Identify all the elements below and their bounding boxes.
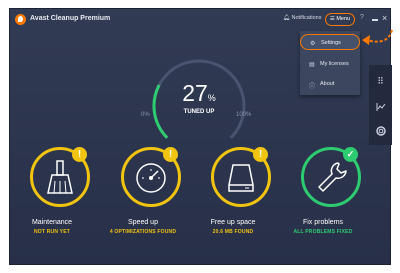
tuned-label: TUNED UP [183,109,215,115]
gauge-min-label: 0% [141,112,150,118]
tuned-value: 27 [182,80,208,106]
grid-icon[interactable]: ⠿ [369,71,392,91]
app-title: Avast Cleanup Premium [30,15,111,22]
menu-item-about[interactable]: ⓘ About [300,76,360,92]
card-status: NOT RUN YET [34,229,70,235]
tuned-percentage: 27% [169,82,229,110]
card-title: Free up space [210,219,256,226]
card-status: 4 OPTIMIZATIONS FOUND [109,229,177,235]
gear-icon: ⚙ [310,41,316,47]
card-status: 20.6 MB FOUND [212,229,254,235]
maintenance-card[interactable]: ! Maintenance NOT RUN YET [9,147,95,247]
warning-badge: ! [163,147,178,162]
menu-item-label: About [320,81,335,87]
warning-badge: ! [253,147,268,162]
hamburger-icon: ☰ [329,16,335,22]
avast-logo-icon [15,14,26,25]
menu-button[interactable]: ☰ Menu [325,13,355,26]
menu-item-label: My licenses [320,61,349,67]
minimize-button[interactable] [372,19,378,21]
menu-dropdown: ⚙ Settings ▤ My licenses ⓘ About [300,31,360,95]
chart-icon[interactable] [369,96,392,116]
fix-problems-card[interactable]: ✓ Fix problems ALL PROBLEMS FIXED [280,147,366,247]
side-nav: ⠿ [369,65,392,145]
card-title: Fix problems [302,219,344,226]
card-title: Speed up [128,219,158,226]
warning-badge: ! [72,147,87,162]
bell-icon: 🔔︎ [283,15,290,21]
menu-item-label: Settings [321,40,341,46]
menu-item-settings[interactable]: ⚙ Settings [300,34,360,50]
lifebuoy-icon[interactable] [369,120,392,140]
notifications-button[interactable]: 🔔︎ Notifications [283,15,321,21]
license-icon: ▤ [309,62,315,68]
close-button[interactable]: × [382,13,387,23]
info-icon: ⓘ [309,84,316,90]
check-badge: ✓ [343,147,358,162]
gauge-fill [152,84,169,139]
notifications-label: Notifications [291,15,322,21]
card-title: Maintenance [31,219,73,226]
help-button[interactable]: ? [360,14,364,21]
speed-up-card[interactable]: ! Speed up 4 OPTIMIZATIONS FOUND [100,147,186,247]
title-bar: Avast Cleanup Premium 🔔︎ Notifications ☰… [10,9,390,31]
menu-label: Menu [336,16,351,22]
tuned-unit: % [207,93,216,103]
gauge-max-label: 100% [236,112,252,118]
menu-item-my-licenses[interactable]: ▤ My licenses [300,56,360,72]
free-up-space-card[interactable]: ! Free up space 20.6 MB FOUND [190,147,276,247]
card-status: ALL PROBLEMS FIXED [293,229,353,235]
